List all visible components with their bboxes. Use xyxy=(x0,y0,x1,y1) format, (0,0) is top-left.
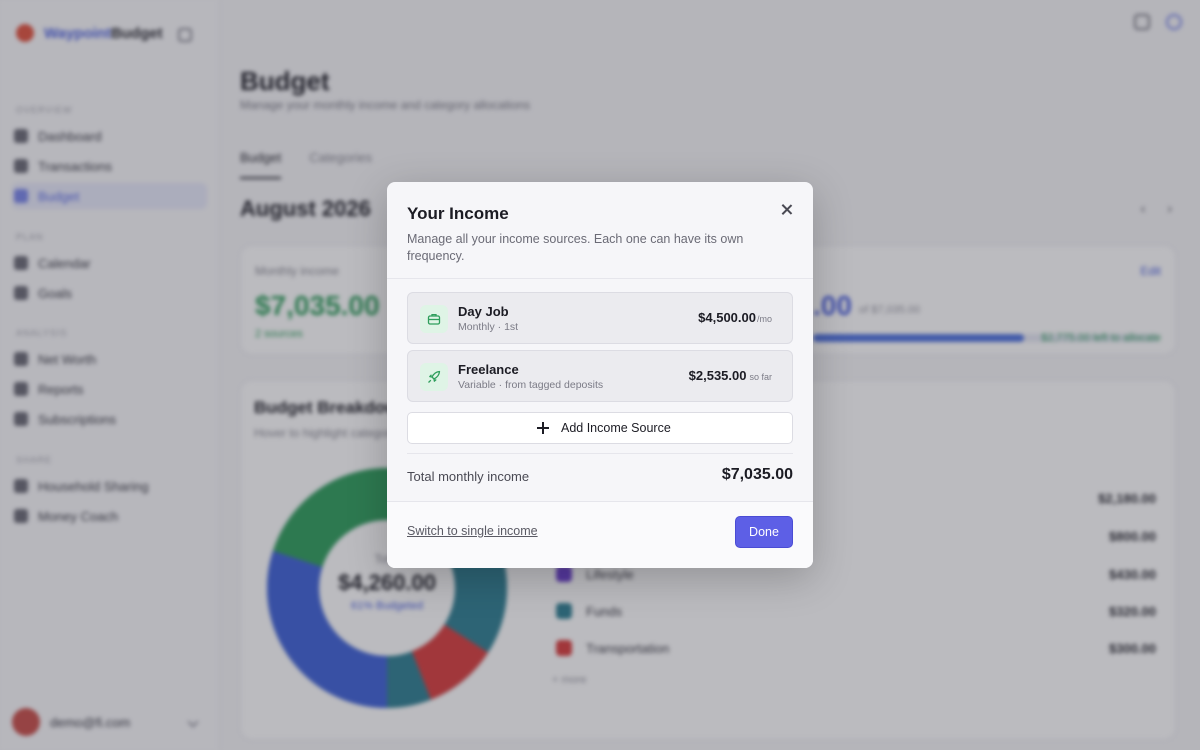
plus-icon xyxy=(537,422,549,434)
modal-divider xyxy=(387,278,813,279)
total-income-label: Total monthly income xyxy=(407,469,530,484)
source-amount-value: $4,500.00 xyxy=(698,310,756,325)
close-icon[interactable] xyxy=(779,202,795,218)
briefcase-icon xyxy=(420,305,448,333)
modal-description: Manage all your income sources. Each one… xyxy=(407,232,744,263)
done-button[interactable]: Done xyxy=(735,516,793,548)
source-meta: Monthly · 1st xyxy=(458,321,519,333)
income-modal: Your Income Manage all your income sourc… xyxy=(387,182,813,568)
source-amount-unit: /mo xyxy=(756,314,772,324)
modal-title: Your Income xyxy=(407,204,509,223)
income-source-freelance[interactable]: Freelance Variable · from tagged deposit… xyxy=(407,350,793,402)
modal-footer: Switch to single income Done xyxy=(387,501,813,568)
source-meta: Variable · from tagged deposits xyxy=(458,379,604,391)
source-amount: $2,535.00 so far xyxy=(689,368,772,383)
source-amount-unit: so far xyxy=(749,372,772,382)
switch-to-single-income-link[interactable]: Switch to single income xyxy=(407,524,538,538)
income-source-day-job[interactable]: Day Job Monthly · 1st $4,500.00/mo xyxy=(407,292,793,344)
add-income-source-label: Add Income Source xyxy=(561,421,671,435)
source-amount-value: $2,535.00 xyxy=(688,368,747,383)
total-income-value: $7,035.00 xyxy=(721,466,793,483)
rocket-icon xyxy=(420,363,448,391)
source-amount: $4,500.00/mo xyxy=(698,310,772,325)
source-name: Day Job xyxy=(458,304,509,319)
total-divider xyxy=(407,453,793,454)
add-income-source-button[interactable]: Add Income Source xyxy=(407,412,793,444)
source-name: Freelance xyxy=(458,362,519,377)
